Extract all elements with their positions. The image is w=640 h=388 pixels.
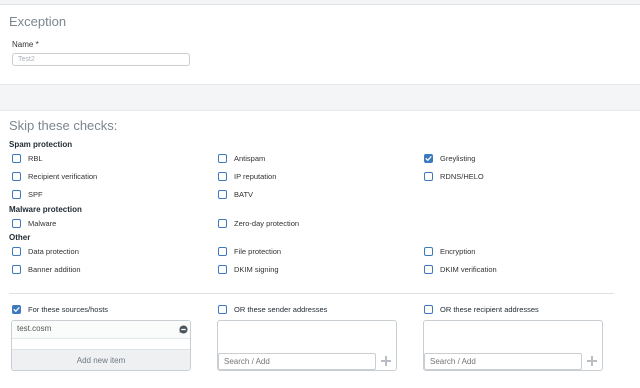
checkmark-icon <box>13 307 20 312</box>
section-separator <box>0 84 640 111</box>
checkbox[interactable] <box>12 219 21 228</box>
add-new-item-button[interactable]: Add new item <box>12 349 190 370</box>
check-label: IP reputation <box>234 172 277 181</box>
check-label: Malware <box>28 219 57 228</box>
checkbox[interactable] <box>218 190 227 199</box>
plus-icon[interactable] <box>380 355 392 367</box>
exception-title: Exception <box>9 14 67 29</box>
check-label: RDNS/HELO <box>440 172 484 181</box>
check-label: BATV <box>234 190 254 199</box>
list-item-text: test.cosm <box>17 324 52 333</box>
check-recipient-verification[interactable]: Recipient verification <box>12 171 97 182</box>
check-label: DKIM verification <box>440 265 497 274</box>
check-label: Recipient verification <box>28 172 98 181</box>
checkbox[interactable] <box>218 154 227 163</box>
check-label: SPF <box>28 190 43 199</box>
recipients-search-input[interactable] <box>424 353 582 370</box>
divider <box>9 293 614 294</box>
checkbox[interactable] <box>218 219 227 228</box>
check-label: RBL <box>28 154 43 163</box>
name-input[interactable] <box>12 53 190 66</box>
checkbox[interactable] <box>12 247 21 256</box>
checkbox[interactable] <box>12 190 21 199</box>
checkbox[interactable] <box>218 305 227 314</box>
plus-icon[interactable] <box>586 355 598 367</box>
sources-toggle[interactable]: For these sources/hosts <box>12 304 108 315</box>
sources-label: For these sources/hosts <box>28 305 109 314</box>
group-title-other: Other <box>9 233 31 242</box>
check-malware[interactable]: Malware <box>12 218 56 229</box>
check-label: Encryption <box>440 247 476 256</box>
checkbox[interactable] <box>218 247 227 256</box>
checkbox[interactable] <box>12 172 21 181</box>
check-encryption[interactable]: Encryption <box>424 246 475 257</box>
checkbox[interactable] <box>218 265 227 274</box>
checkmark-icon <box>425 156 432 161</box>
checkbox[interactable] <box>12 154 21 163</box>
check-antispam[interactable]: Antispam <box>218 153 265 164</box>
remove-icon[interactable] <box>179 325 188 334</box>
checkbox[interactable] <box>424 172 433 181</box>
check-ip-reputation[interactable]: IP reputation <box>218 171 276 182</box>
checkbox-checked[interactable] <box>424 154 433 163</box>
check-rbl[interactable]: RBL <box>12 153 43 164</box>
check-label: Antispam <box>234 154 266 163</box>
top-strip <box>0 0 640 5</box>
checkbox[interactable] <box>424 265 433 274</box>
check-batv[interactable]: BATV <box>218 189 253 200</box>
check-greylisting[interactable]: Greylisting <box>424 153 475 164</box>
senders-list <box>217 320 397 371</box>
recipients-list <box>423 320 603 371</box>
senders-label: OR these sender addresses <box>234 305 328 314</box>
check-label: Zero-day protection <box>234 219 300 228</box>
group-title-spam: Spam protection <box>9 140 73 149</box>
sources-list: test.cosm Add new item <box>11 320 191 371</box>
check-label: Greylisting <box>440 154 476 163</box>
senders-toggle[interactable]: OR these sender addresses <box>218 304 327 315</box>
check-spf[interactable]: SPF <box>12 189 43 200</box>
check-banner-addition[interactable]: Banner addition <box>12 264 81 275</box>
group-title-malware: Malware protection <box>9 205 82 214</box>
checkbox[interactable] <box>12 265 21 274</box>
list-item[interactable]: test.cosm <box>12 321 190 339</box>
check-rdns-helo[interactable]: RDNS/HELO <box>424 171 484 182</box>
check-label: File protection <box>234 247 282 256</box>
check-data-protection[interactable]: Data protection <box>12 246 79 257</box>
check-label: Banner addition <box>28 265 81 274</box>
check-label: DKIM signing <box>234 265 279 274</box>
senders-search-input[interactable] <box>218 353 376 370</box>
name-label: Name * <box>12 40 39 49</box>
check-zero-day-protection[interactable]: Zero-day protection <box>218 218 299 229</box>
check-dkim-signing[interactable]: DKIM signing <box>218 264 279 275</box>
skip-checks-title: Skip these checks: <box>9 118 118 133</box>
recipients-label: OR these recipient addresses <box>440 305 539 314</box>
check-label: Data protection <box>28 247 79 256</box>
checkbox[interactable] <box>424 305 433 314</box>
check-file-protection[interactable]: File protection <box>218 246 281 257</box>
checkbox[interactable] <box>218 172 227 181</box>
recipients-toggle[interactable]: OR these recipient addresses <box>424 304 539 315</box>
checkbox[interactable] <box>424 247 433 256</box>
checkbox-checked[interactable] <box>12 305 21 314</box>
check-dkim-verification[interactable]: DKIM verification <box>424 264 497 275</box>
